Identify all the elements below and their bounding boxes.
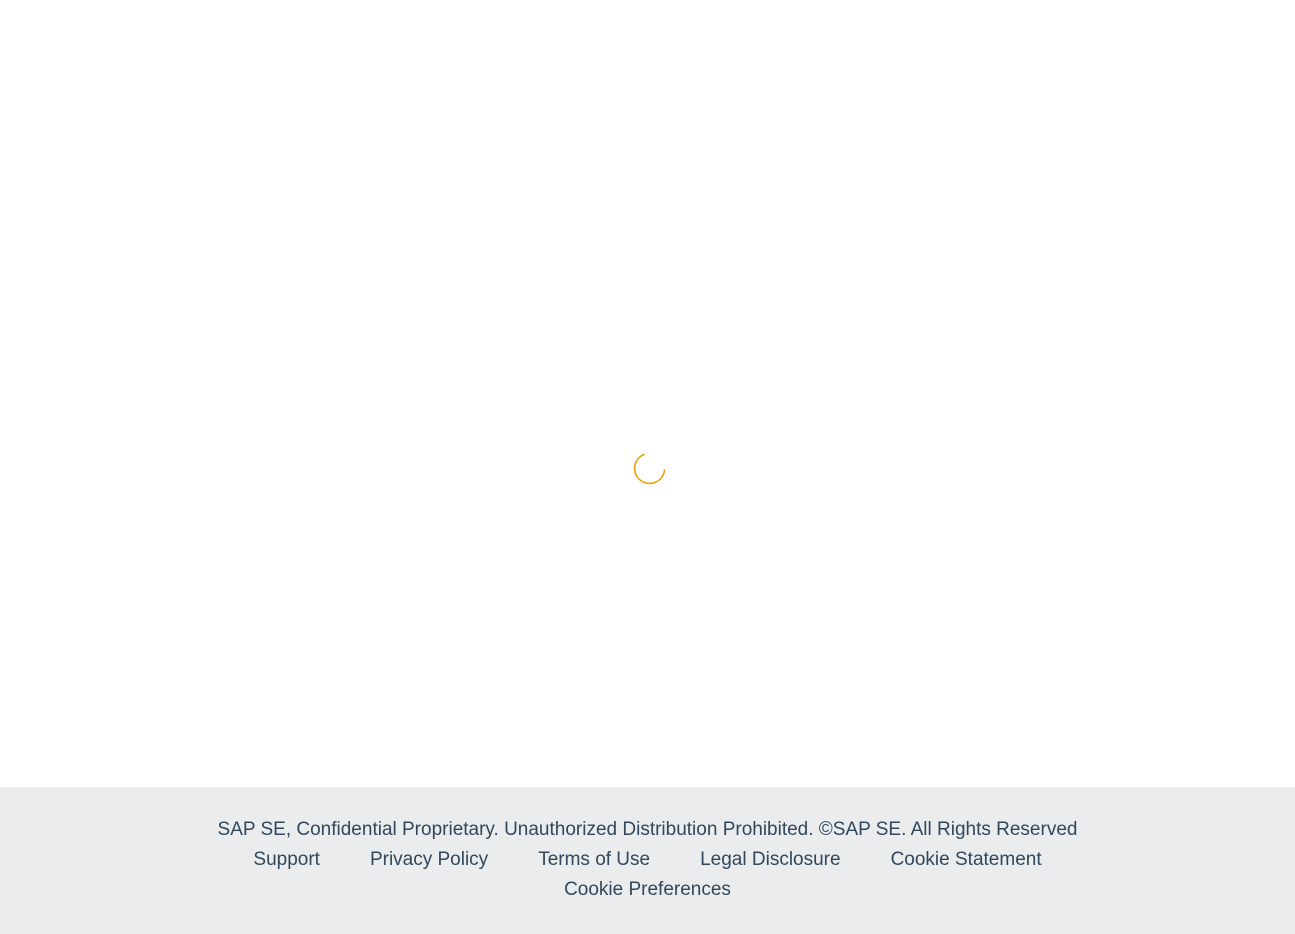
cookie-preferences-link[interactable]: Cookie Preferences [564, 879, 731, 901]
legal-disclosure-link[interactable]: Legal Disclosure [700, 849, 840, 871]
page: SAP SE, Confidential Proprietary. Unauth… [0, 0, 1295, 934]
cookie-statement-link[interactable]: Cookie Statement [891, 849, 1042, 871]
copyright-text: SAP SE, Confidential Proprietary. Unauth… [217, 819, 1078, 840]
privacy-policy-link[interactable]: Privacy Policy [370, 849, 488, 871]
footer-links: Support Privacy Policy Terms of Use Lega… [0, 849, 1295, 871]
support-link[interactable]: Support [253, 849, 320, 871]
terms-of-use-link[interactable]: Terms of Use [538, 849, 650, 871]
footer: SAP SE, Confidential Proprietary. Unauth… [0, 787, 1295, 934]
footer-links-row-2: Cookie Preferences [0, 879, 1295, 901]
main-content [0, 0, 1295, 787]
busy-spinner-icon [633, 453, 666, 485]
